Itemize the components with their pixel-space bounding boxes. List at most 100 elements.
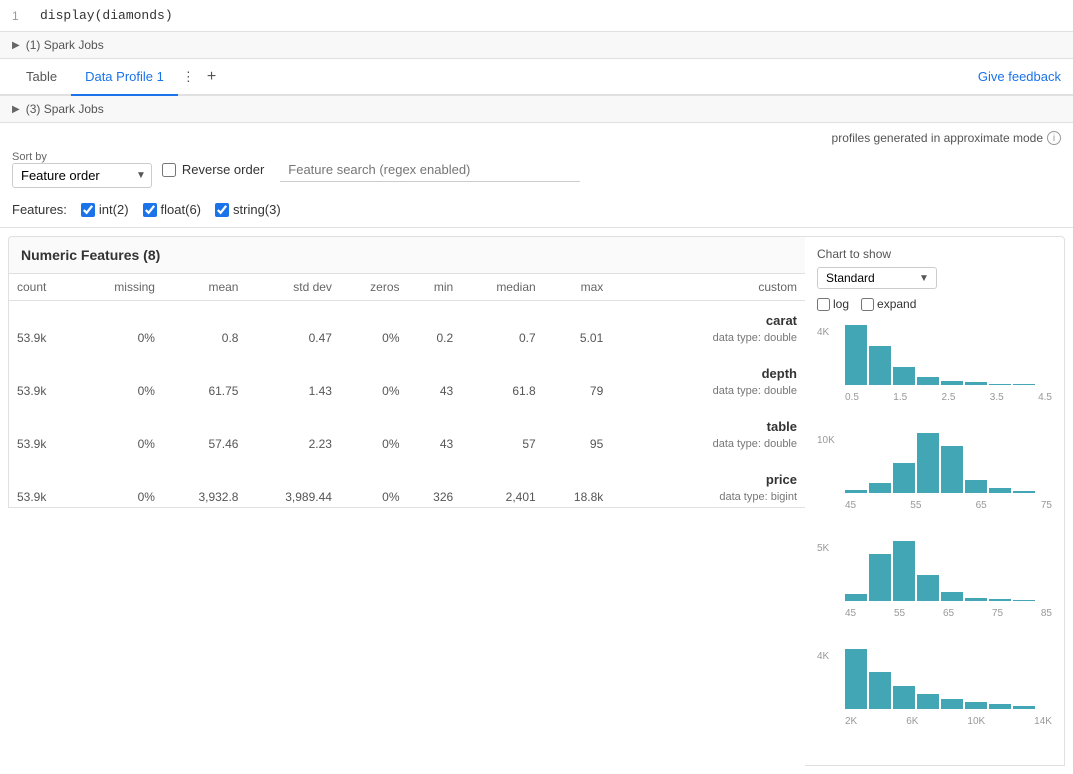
cell-median: 0.7	[461, 328, 543, 348]
feature-float-check[interactable]: float(6)	[143, 202, 201, 217]
feature-name-cell: carat	[9, 301, 806, 329]
code-cell: 1 display(diamonds)	[0, 0, 1073, 32]
chart-svg-price: 4K	[817, 647, 1039, 711]
feature-string-check[interactable]: string(3)	[215, 202, 281, 217]
tab-table[interactable]: Table	[12, 59, 71, 96]
cell-stddev: 1.43	[246, 381, 339, 401]
spark-jobs-1-label: (1) Spark Jobs	[26, 38, 104, 52]
profile-info-icon[interactable]: i	[1047, 131, 1061, 145]
sort-row: Sort by Feature order Missing % Name ▼ R…	[0, 145, 1073, 196]
cell-max: 18.8k	[544, 487, 612, 508]
cell-max: 79	[544, 381, 612, 401]
cell-custom: data type: double	[611, 381, 805, 401]
code-content: display(diamonds)	[40, 8, 173, 23]
give-feedback-button[interactable]: Give feedback	[978, 69, 1061, 84]
cell-custom: data type: double	[611, 434, 805, 454]
col-header-mean: mean	[163, 274, 247, 301]
feature-int-label: int(2)	[99, 202, 129, 217]
tab-data-profile[interactable]: Data Profile 1	[71, 59, 178, 96]
features-label: Features:	[12, 202, 67, 217]
col-header-custom: custom	[611, 274, 805, 301]
chart-select-row: Standard Histogram Box plot ▼	[817, 267, 1052, 289]
spark-jobs-2[interactable]: ▶ (3) Spark Jobs	[0, 96, 1073, 123]
log-checkbox-label[interactable]: log	[817, 297, 849, 311]
chart-table: 5K 4555657585	[817, 539, 1052, 619]
chart-x-axis-carat: 0.51.52.53.54.5	[817, 392, 1052, 403]
log-checkbox[interactable]	[817, 298, 830, 311]
chart-to-show-label: Chart to show	[817, 247, 1052, 261]
cell-max: 95	[544, 434, 612, 454]
profile-header: profiles generated in approximate mode i	[0, 123, 1073, 145]
feature-string-checkbox[interactable]	[215, 203, 229, 217]
spark-jobs-2-label: (3) Spark Jobs	[26, 102, 104, 116]
table-row: depth	[9, 354, 806, 381]
cell-min: 43	[408, 434, 462, 454]
feature-search-input[interactable]	[280, 158, 580, 182]
svg-text:4K: 4K	[817, 327, 830, 338]
feature-float-label: float(6)	[161, 202, 201, 217]
table-row: price	[9, 460, 806, 487]
svg-text:4K: 4K	[817, 651, 830, 662]
cell-min: 326	[408, 487, 462, 508]
numeric-features-table: count missing mean std dev zeros min med…	[8, 274, 805, 508]
spark-jobs-2-arrow: ▶	[12, 104, 20, 115]
cell-count: 53.9k	[9, 487, 79, 508]
feature-float-checkbox[interactable]	[143, 203, 157, 217]
cell-zeros: 0%	[340, 434, 408, 454]
col-header-count: count	[9, 274, 79, 301]
chart-type-select[interactable]: Standard Histogram Box plot	[817, 267, 937, 289]
reverse-order-checkbox-label[interactable]: Reverse order	[162, 162, 264, 177]
expand-checkbox[interactable]	[861, 298, 874, 311]
cell-zeros: 0%	[340, 487, 408, 508]
cell-max: 5.01	[544, 328, 612, 348]
reverse-order-checkbox[interactable]	[162, 163, 176, 177]
cell-count: 53.9k	[9, 434, 79, 454]
cell-zeros: 0%	[340, 328, 408, 348]
cell-stddev: 3,989.44	[246, 487, 339, 508]
table-row: table	[9, 407, 806, 434]
cell-missing: 0%	[79, 328, 163, 348]
feature-int-checkbox[interactable]	[81, 203, 95, 217]
chart-svg-depth: 10K	[817, 431, 1039, 495]
cell-mean: 57.46	[163, 434, 247, 454]
table-row: carat	[9, 301, 806, 329]
cell-median: 2,401	[461, 487, 543, 508]
tab-more-options[interactable]: ⋮	[178, 61, 199, 93]
cell-custom: data type: bigint	[611, 487, 805, 508]
expand-checkbox-label[interactable]: expand	[861, 297, 916, 311]
cell-stddev: 0.47	[246, 328, 339, 348]
sort-select-wrapper: Feature order Missing % Name ▼	[12, 163, 146, 188]
cell-mean: 61.75	[163, 381, 247, 401]
table-data-row: 53.9k 0% 0.8 0.47 0% 0.2 0.7 5.01 data t…	[9, 328, 806, 348]
profile-mode-text: profiles generated in approximate mode	[832, 131, 1043, 145]
cell-count: 53.9k	[9, 328, 79, 348]
cell-median: 57	[461, 434, 543, 454]
table-data-row: 53.9k 0% 3,932.8 3,989.44 0% 326 2,401 1…	[9, 487, 806, 508]
col-header-zeros: zeros	[340, 274, 408, 301]
charts-container: 4K 0.51.52.53.54.5 10K 45556575 5K 45	[817, 323, 1052, 727]
chart-svg-carat: 4K	[817, 323, 1039, 387]
tab-add-button[interactable]: +	[199, 60, 224, 94]
cell-min: 0.2	[408, 328, 462, 348]
cell-mean: 3,932.8	[163, 487, 247, 508]
svg-text:10K: 10K	[817, 435, 835, 446]
feature-int-check[interactable]: int(2)	[81, 202, 129, 217]
sort-by-label: Sort by	[12, 151, 142, 163]
tabs-bar: Table Data Profile 1 ⋮ + Give feedback	[0, 59, 1073, 96]
chart-price: 4K 2K6K10K14K	[817, 647, 1052, 727]
col-header-stddev: std dev	[246, 274, 339, 301]
col-header-median: median	[461, 274, 543, 301]
spark-jobs-1[interactable]: ▶ (1) Spark Jobs	[0, 32, 1073, 59]
main-content: Numeric Features (8) count missing mean …	[0, 228, 1073, 774]
chart-depth: 10K 45556575	[817, 431, 1052, 511]
table-data-row: 53.9k 0% 61.75 1.43 0% 43 61.8 79 data t…	[9, 381, 806, 401]
cell-custom: data type: double	[611, 328, 805, 348]
numeric-features-section: Numeric Features (8) count missing mean …	[8, 236, 805, 766]
cell-mean: 0.8	[163, 328, 247, 348]
cell-median: 61.8	[461, 381, 543, 401]
sort-by-group: Sort by Feature order Missing % Name ▼	[12, 151, 146, 188]
cell-missing: 0%	[79, 434, 163, 454]
features-row: Features: int(2) float(6) string(3)	[0, 196, 1073, 228]
sort-select[interactable]: Feature order Missing % Name	[12, 163, 152, 188]
chart-x-axis-price: 2K6K10K14K	[817, 716, 1052, 727]
